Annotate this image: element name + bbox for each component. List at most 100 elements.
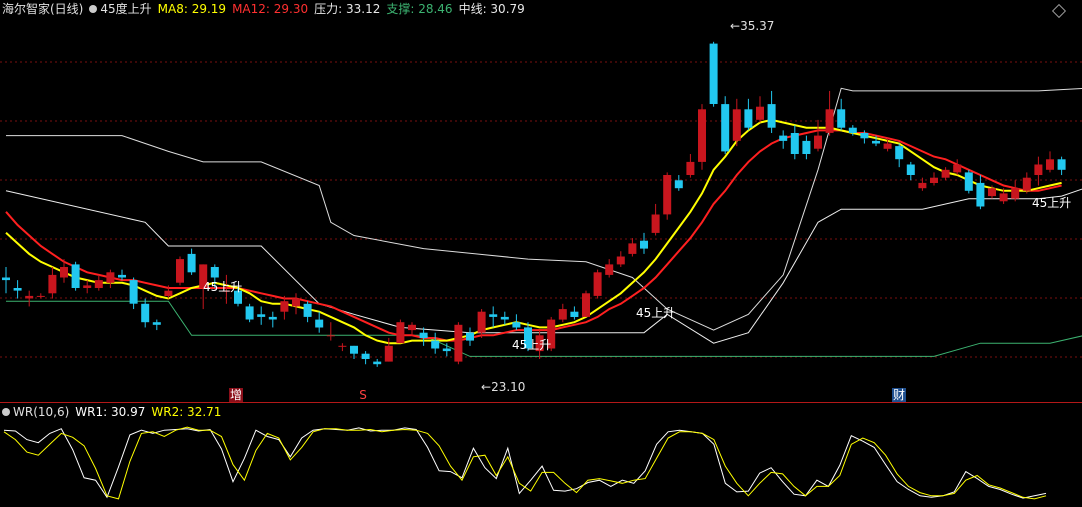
candle-body <box>141 303 150 323</box>
candle-body <box>118 274 126 278</box>
candle-body <box>848 127 857 133</box>
candle-body <box>361 353 370 359</box>
candle-body <box>419 332 428 338</box>
candle-body <box>999 193 1008 202</box>
candle-body <box>13 288 22 291</box>
candle-body <box>94 280 103 288</box>
wr-panel-header: WR(10,6) WR1: 30.97 WR2: 32.71 <box>2 403 221 421</box>
candle-body <box>582 293 590 317</box>
candle-body <box>303 303 312 317</box>
candle-body <box>1057 159 1066 170</box>
stock-chart[interactable]: 海尔智家(日线) 45度上升 MA8: 29.19 MA12: 29.30 压力… <box>0 0 1082 507</box>
support-line <box>6 300 1082 357</box>
candle-body <box>570 311 579 317</box>
low-price-annotation: ←23.10 <box>481 380 525 394</box>
candle-body <box>36 295 45 297</box>
candle-body <box>48 274 57 294</box>
candle-body <box>779 135 788 141</box>
candle-body <box>280 301 289 312</box>
candle-body <box>686 161 695 175</box>
candle-body <box>245 306 254 320</box>
candle-body <box>384 345 393 362</box>
high-price-label: 35.37 <box>740 19 775 33</box>
candle-body <box>593 272 602 296</box>
low-price-label: 23.10 <box>491 380 526 394</box>
candle-body <box>628 243 637 254</box>
candle-body <box>60 267 68 278</box>
candle-body <box>1034 164 1043 175</box>
dropdown-circle-icon[interactable] <box>2 408 10 416</box>
candle-body <box>71 264 80 288</box>
candle-body <box>976 182 985 207</box>
candle-body <box>210 267 219 278</box>
ma8-line <box>5 118 1062 345</box>
candle-body <box>373 361 382 365</box>
wr-selector[interactable]: WR(10,6) <box>2 403 69 421</box>
signal-label-2: 45上升 <box>512 338 552 352</box>
wr-name: WR(10,6) <box>13 405 70 419</box>
signal-label-3: 45上升 <box>636 306 676 320</box>
candle-body <box>408 324 416 331</box>
candle-body <box>558 309 567 320</box>
candle-body <box>837 109 846 128</box>
candle-body <box>152 322 161 325</box>
candle-body <box>326 335 335 337</box>
wr-series-line-2 <box>3 426 1047 500</box>
candle-body <box>477 311 486 333</box>
signal-label-4: 45上升 <box>1032 196 1072 210</box>
candle-body <box>164 290 173 296</box>
wr-indicator-chart[interactable] <box>0 420 1082 507</box>
candle-body <box>790 133 799 154</box>
candle-body <box>651 214 660 233</box>
marker-s[interactable]: S <box>356 388 370 402</box>
high-arrow-icon: ← <box>730 19 741 33</box>
candle-body <box>663 175 672 215</box>
candle-body <box>431 340 440 349</box>
candle-body <box>732 109 741 141</box>
candle-body <box>454 324 463 362</box>
candle-body <box>2 277 10 281</box>
candle-body <box>698 109 706 162</box>
candle-body <box>338 345 347 347</box>
candle-body <box>802 140 811 154</box>
candle-body <box>268 316 277 320</box>
candle-body <box>350 345 358 354</box>
midline-line <box>5 188 1082 344</box>
candle-body <box>825 109 834 133</box>
candle-body <box>489 314 498 317</box>
signal-label-1: 45上升 <box>203 280 243 294</box>
candle-body <box>895 146 904 160</box>
candle-body <box>25 295 34 299</box>
candle-body <box>756 106 764 120</box>
wr1-value: WR1: 30.97 <box>75 405 146 419</box>
candle-body <box>106 272 115 283</box>
marker-cai[interactable]: 财 <box>892 388 906 402</box>
candle-body <box>512 322 521 328</box>
marker-zeng[interactable]: 增 <box>229 388 243 402</box>
candle-body <box>640 240 648 249</box>
candle-body <box>187 253 196 273</box>
candle-body <box>500 316 509 320</box>
candle-body <box>918 182 927 189</box>
candle-body <box>1046 159 1054 170</box>
candle-body <box>872 140 880 144</box>
candle-body <box>129 280 138 304</box>
candle-body <box>860 133 869 139</box>
candle-body <box>442 348 451 352</box>
candle-body <box>1011 188 1020 199</box>
low-arrow-icon: ← <box>481 380 492 394</box>
candle-body <box>767 104 776 128</box>
candle-body <box>709 43 718 104</box>
candle-body <box>1022 177 1031 191</box>
candle-body <box>605 264 614 275</box>
candle-body <box>744 109 753 128</box>
candle-body <box>292 298 300 307</box>
high-price-annotation: ←35.37 <box>730 19 774 33</box>
candle-body <box>83 285 92 288</box>
candle-body <box>930 177 938 183</box>
wr2-value: WR2: 32.71 <box>151 405 222 419</box>
candle-body <box>953 164 962 173</box>
candle-body <box>941 169 950 178</box>
candle-body <box>616 256 625 265</box>
candle-body <box>988 188 996 197</box>
